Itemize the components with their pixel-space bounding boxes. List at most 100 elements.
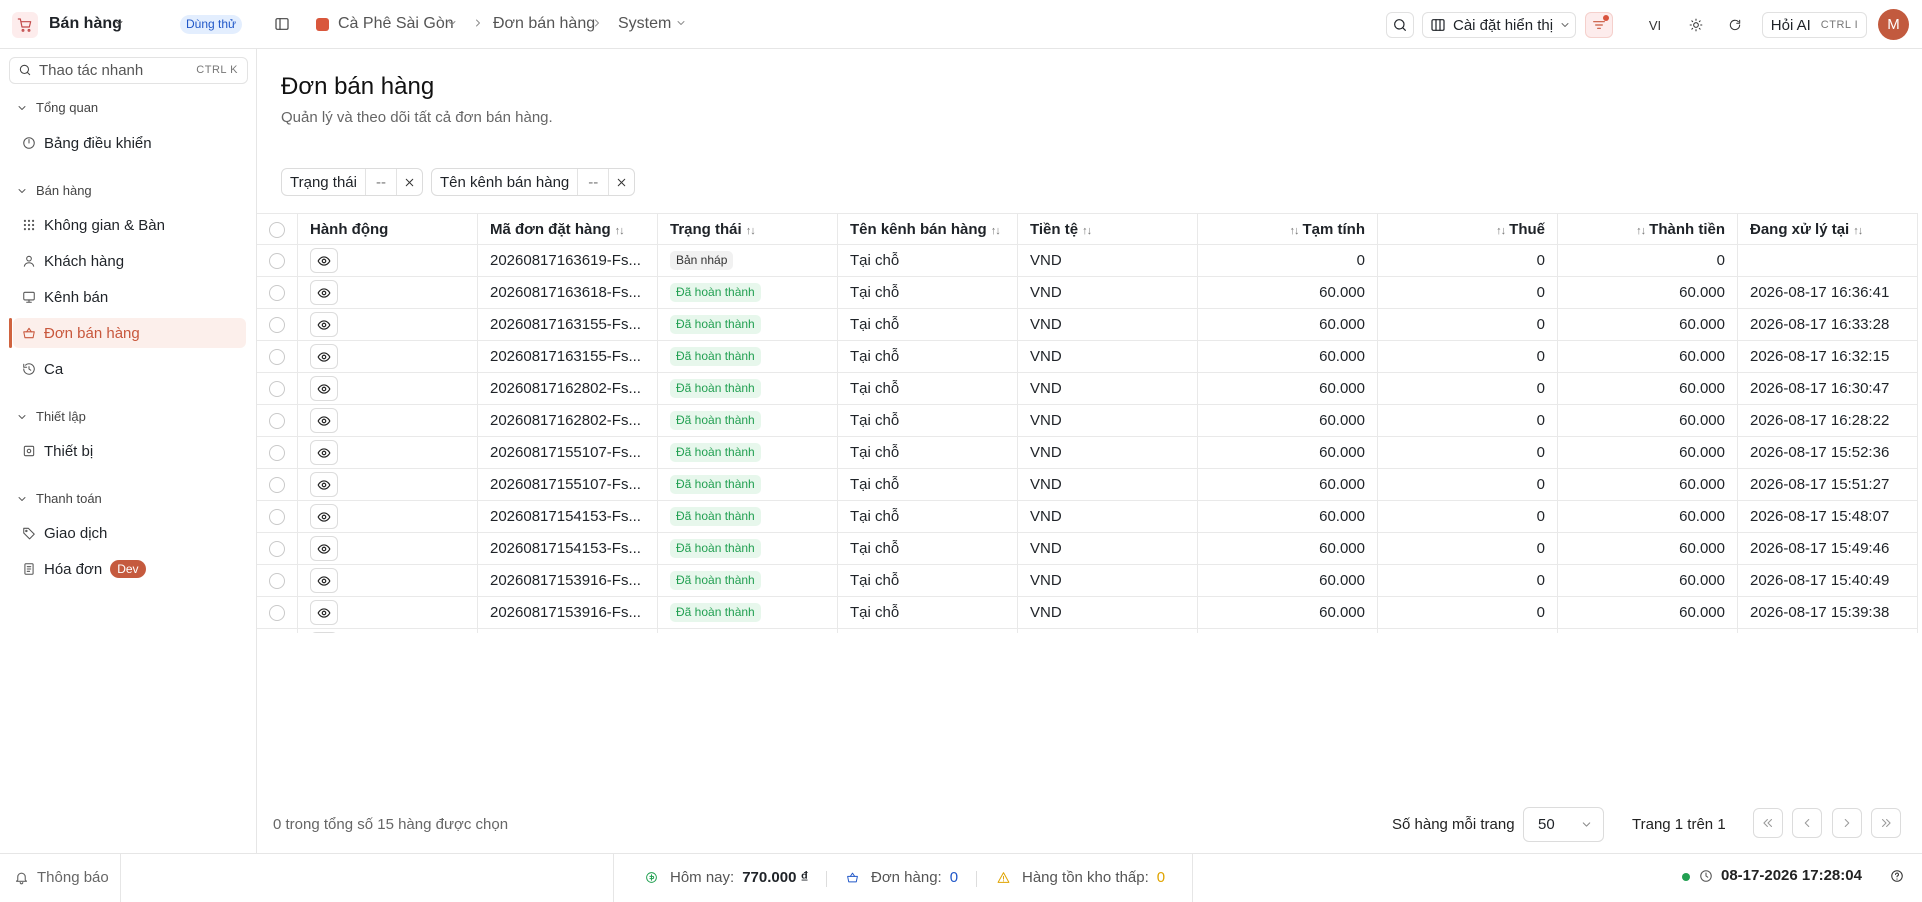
sort-icon[interactable]: ↑↓ xyxy=(991,225,1001,237)
row-checkbox[interactable] xyxy=(269,253,285,270)
language-button[interactable]: VI xyxy=(1645,12,1665,38)
sort-icon[interactable]: ↑↓ xyxy=(1290,225,1300,237)
view-order-button[interactable] xyxy=(310,568,338,593)
view-order-button[interactable] xyxy=(310,440,338,465)
row-checkbox[interactable] xyxy=(269,381,285,398)
sidebar-group-payment[interactable]: Thanh toán xyxy=(16,491,102,506)
search-button[interactable] xyxy=(1386,12,1414,38)
row-select-cell[interactable] xyxy=(257,372,298,405)
row-select-cell[interactable] xyxy=(257,564,298,597)
view-order-button[interactable] xyxy=(310,344,338,369)
column-header-total[interactable]: ↑↓ Thành tiền xyxy=(1557,213,1738,245)
sidebar-item-devices[interactable]: Thiết bị xyxy=(13,436,246,466)
row-select-cell[interactable] xyxy=(257,244,298,277)
column-header-channel[interactable]: Tên kênh bán hàng ↑↓ xyxy=(837,213,1018,245)
app-title[interactable]: Bán hàng xyxy=(49,15,122,33)
row-checkbox[interactable] xyxy=(269,413,285,430)
breadcrumb-shop[interactable]: Cà Phê Sài Gòn xyxy=(338,15,454,33)
column-header-tax[interactable]: ↑↓ Thuế xyxy=(1377,213,1558,245)
table-row[interactable]: 20260817153916-Fs... Đã hoàn thành Tại chỗ… xyxy=(257,596,1918,629)
row-select-cell[interactable] xyxy=(257,628,298,633)
column-header-processed-at[interactable]: Đang xử lý tại ↑↓ xyxy=(1737,213,1918,245)
view-order-button[interactable] xyxy=(310,408,338,433)
filter-channel-clear[interactable] xyxy=(608,169,634,195)
row-checkbox[interactable] xyxy=(269,349,285,366)
quick-search-input[interactable]: Thao tác nhanh CTRL K xyxy=(9,57,248,84)
sidebar-item-shifts[interactable]: Ca xyxy=(13,354,246,384)
sidebar-item-channels[interactable]: Kênh bán xyxy=(13,282,246,312)
first-page-button[interactable] xyxy=(1753,808,1783,838)
filter-channel-value[interactable]: -- xyxy=(577,169,608,195)
table-row[interactable]: 20260817155107-Fs... Đã hoàn thành Tại chỗ… xyxy=(257,468,1918,501)
select-all-checkbox[interactable] xyxy=(269,221,285,238)
table-row[interactable]: 20260817163155-Fs... Đã hoàn thành Tại chỗ… xyxy=(257,340,1918,373)
sort-icon[interactable]: ↑↓ xyxy=(1636,225,1646,237)
avatar[interactable]: M xyxy=(1878,9,1909,40)
table-row[interactable]: 20260817154153-Fs... Đã hoàn thành Tại chỗ… xyxy=(257,532,1918,565)
row-checkbox[interactable] xyxy=(269,573,285,590)
view-order-button[interactable] xyxy=(310,312,338,337)
sidebar-item-customers[interactable]: Khách hàng xyxy=(13,246,246,276)
filter-status-clear[interactable] xyxy=(395,169,422,195)
table-row[interactable]: 20260817163619-Fs... Bản nháp Tại chỗ VND 0 0… xyxy=(257,244,1918,277)
row-checkbox[interactable] xyxy=(269,317,285,334)
row-select-cell[interactable] xyxy=(257,308,298,341)
row-select-cell[interactable] xyxy=(257,276,298,309)
table-row[interactable]: 20260817162802-Fs... Đã hoàn thành Tại chỗ… xyxy=(257,404,1918,437)
row-checkbox[interactable] xyxy=(269,541,285,558)
sort-icon[interactable]: ↑↓ xyxy=(1853,225,1863,237)
sort-icon[interactable]: ↑↓ xyxy=(1496,225,1506,237)
sidebar-item-spaces-tables[interactable]: Không gian & Bàn xyxy=(13,210,246,240)
row-checkbox[interactable] xyxy=(269,477,285,494)
rows-per-page-select[interactable]: 50 xyxy=(1523,807,1604,842)
table-row[interactable]: 20260817153916-Fs... Đã hoàn thành Tại chỗ… xyxy=(257,564,1918,597)
row-select-cell[interactable] xyxy=(257,500,298,533)
sort-icon[interactable]: ↑↓ xyxy=(746,225,756,237)
view-order-button[interactable] xyxy=(310,472,338,497)
row-checkbox[interactable] xyxy=(269,509,285,526)
sidebar-group-overview[interactable]: Tổng quan xyxy=(16,100,98,115)
sidebar-group-setup[interactable]: Thiết lập xyxy=(16,409,86,424)
row-checkbox[interactable] xyxy=(269,605,285,622)
help-icon[interactable] xyxy=(1890,869,1904,883)
table-row[interactable]: 20260817163155-Fs... Đã hoàn thành Tại chỗ… xyxy=(257,308,1918,341)
sidebar-item-dashboard[interactable]: Bảng điều khiển xyxy=(13,128,246,158)
theme-toggle-button[interactable] xyxy=(1686,12,1706,38)
column-header-order-code[interactable]: Mã đơn đặt hàng ↑↓ xyxy=(477,213,658,245)
row-select-cell[interactable] xyxy=(257,596,298,629)
row-select-cell[interactable] xyxy=(257,532,298,565)
view-order-button[interactable] xyxy=(310,248,338,273)
view-order-button[interactable] xyxy=(310,280,338,305)
breadcrumb-page[interactable]: Đơn bán hàng xyxy=(493,15,595,33)
select-all-header[interactable] xyxy=(257,213,298,245)
sidebar-item-invoices[interactable]: Hóa đơn Dev xyxy=(13,554,246,584)
view-order-button[interactable] xyxy=(310,504,338,529)
breadcrumb-system[interactable]: System xyxy=(618,15,671,33)
display-settings-button[interactable]: Cài đặt hiển thị xyxy=(1422,12,1576,38)
sort-icon[interactable]: ↑↓ xyxy=(615,225,625,237)
view-order-button[interactable] xyxy=(310,376,338,401)
filter-status-label[interactable]: Trạng thái xyxy=(282,169,365,195)
view-order-button[interactable] xyxy=(310,600,338,625)
column-header-status[interactable]: Trạng thái ↑↓ xyxy=(657,213,838,245)
next-page-button[interactable] xyxy=(1832,808,1862,838)
table-row[interactable]: 20260817162802-Fs... Đã hoàn thành Tại chỗ… xyxy=(257,372,1918,405)
notifications-button[interactable]: Thông báo xyxy=(14,869,109,886)
column-header-currency[interactable]: Tiền tệ ↑↓ xyxy=(1017,213,1198,245)
filter-channel-label[interactable]: Tên kênh bán hàng xyxy=(432,169,577,195)
filter-menu-button[interactable] xyxy=(1585,12,1613,38)
row-checkbox[interactable] xyxy=(269,285,285,302)
table-row[interactable]: 20260817163618-Fs... Đã hoàn thành Tại chỗ… xyxy=(257,276,1918,309)
view-order-button[interactable] xyxy=(310,632,338,633)
orders-table-container[interactable]: Hành động Mã đơn đặt hàng ↑↓ Trạng thái ↑↓… xyxy=(257,213,1922,633)
row-select-cell[interactable] xyxy=(257,340,298,373)
previous-page-button[interactable] xyxy=(1792,808,1822,838)
row-checkbox[interactable] xyxy=(269,445,285,462)
table-row[interactable]: 20260817154153-Fs... Đã hoàn thành Tại chỗ… xyxy=(257,500,1918,533)
view-order-button[interactable] xyxy=(310,536,338,561)
sidebar-item-sales-orders[interactable]: Đơn bán hàng xyxy=(13,318,246,348)
sidebar-toggle-icon[interactable] xyxy=(274,16,290,32)
table-row[interactable]: 20260817155107-Fs... Đã hoàn thành Tại chỗ… xyxy=(257,436,1918,469)
row-select-cell[interactable] xyxy=(257,404,298,437)
sort-icon[interactable]: ↑↓ xyxy=(1082,225,1092,237)
